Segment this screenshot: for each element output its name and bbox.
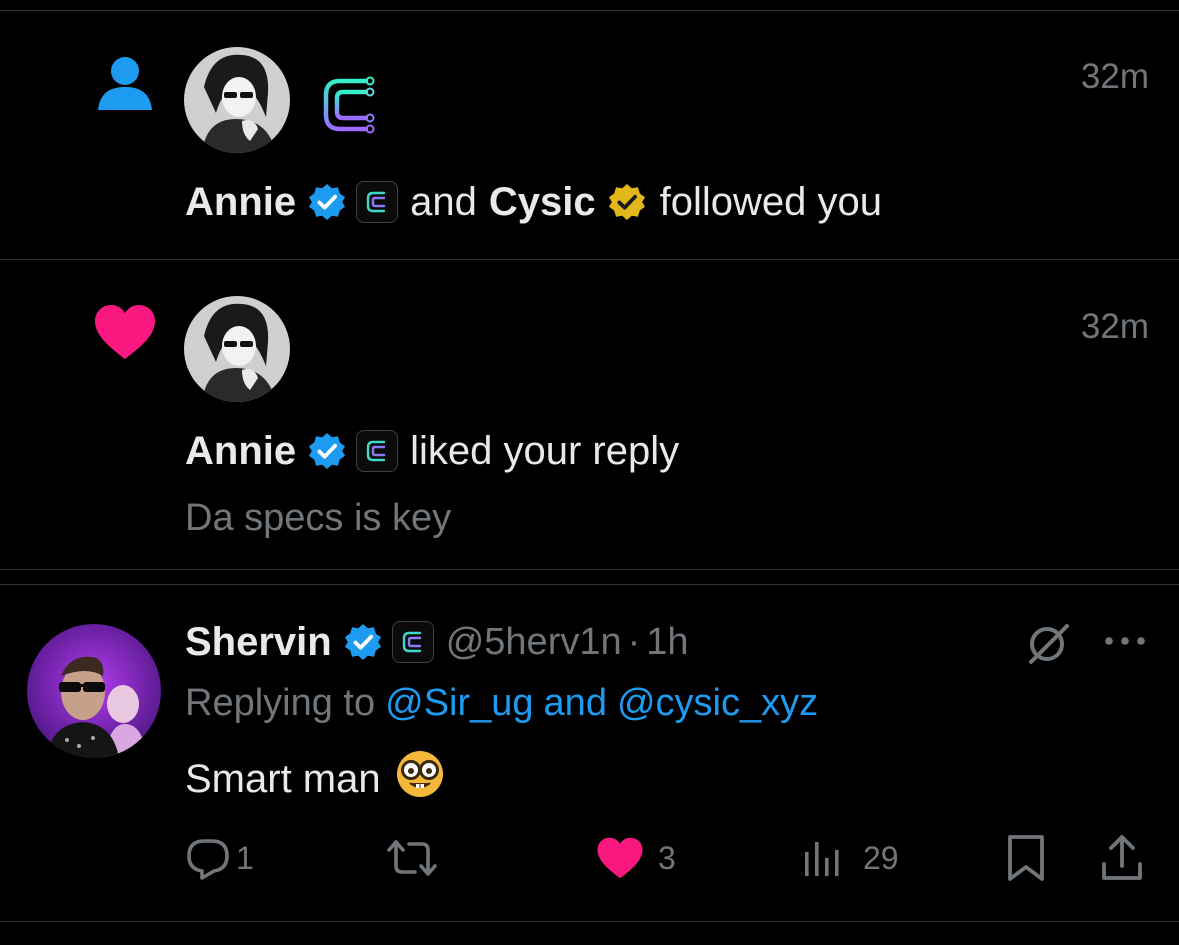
- replying-to-line: Replying to @Sir_ug and @cysic_xyz: [185, 680, 818, 726]
- author-name[interactable]: Shervin: [185, 620, 332, 665]
- like-action[interactable]: 3: [596, 836, 676, 880]
- notification-time: 32m: [1080, 57, 1149, 96]
- notification-text: Annie liked your reply: [185, 427, 679, 475]
- views-count: 29: [863, 839, 899, 876]
- replying-prefix: Replying to: [185, 681, 376, 724]
- repost-action[interactable]: [385, 836, 439, 880]
- tweet-text: Smart man: [185, 749, 445, 809]
- annie-avatar[interactable]: [184, 296, 290, 402]
- connector-text: and: [410, 179, 477, 224]
- divider: [0, 569, 1179, 570]
- author-handle[interactable]: @5herv1n: [446, 621, 622, 664]
- cysic-logo-avatar[interactable]: [316, 70, 382, 136]
- replying-connector[interactable]: and: [544, 682, 607, 725]
- like-count: 3: [658, 839, 676, 876]
- affiliate-badge-icon: [391, 621, 434, 663]
- share-action[interactable]: [1100, 834, 1144, 882]
- divider: [0, 584, 1179, 585]
- affiliate-badge-icon: [356, 430, 399, 472]
- user-name-annie[interactable]: Annie: [185, 180, 296, 225]
- verified-badge-icon: [308, 432, 346, 470]
- reply-preview[interactable]: Da specs is key: [185, 495, 451, 541]
- grok-icon[interactable]: [1023, 618, 1073, 668]
- tweet-header: Shervin @5herv1n · 1h: [185, 617, 689, 667]
- views-icon: [803, 838, 843, 878]
- divider: [0, 259, 1179, 260]
- replying-user-link[interactable]: @Sir_ug: [385, 682, 533, 725]
- separator-dot: ·: [627, 620, 641, 663]
- divider: [0, 10, 1179, 11]
- nerd-face-emoji: [395, 749, 445, 809]
- affiliate-badge-icon: [356, 181, 399, 223]
- shervin-avatar[interactable]: [27, 624, 161, 758]
- tweet-body: Smart man: [185, 756, 381, 801]
- notification-action: followed you: [659, 179, 882, 224]
- heart-icon: [94, 304, 156, 360]
- views-action[interactable]: 29: [803, 836, 899, 880]
- reply-action[interactable]: 1: [186, 836, 254, 880]
- reply-count: 1: [236, 839, 254, 876]
- verified-badge-icon: [344, 623, 382, 661]
- annie-avatar[interactable]: [184, 47, 290, 153]
- notification-text: Annie and Cysic followed you: [185, 178, 882, 226]
- verified-badge-icon: [308, 183, 346, 221]
- bookmark-icon: [1006, 834, 1046, 882]
- replying-user-link[interactable]: @cysic_xyz: [617, 682, 818, 725]
- person-icon: [97, 56, 153, 112]
- divider: [0, 921, 1179, 922]
- heart-filled-icon: [596, 837, 644, 879]
- reply-icon: [186, 836, 230, 880]
- more-options-icon[interactable]: [1102, 633, 1148, 649]
- user-name-annie[interactable]: Annie: [185, 429, 296, 474]
- user-name-cysic[interactable]: Cysic: [489, 180, 596, 225]
- share-icon: [1100, 834, 1144, 882]
- notification-action: liked your reply: [410, 428, 680, 473]
- tweet-time[interactable]: 1h: [646, 621, 688, 664]
- bookmark-action[interactable]: [1006, 834, 1046, 882]
- notification-time: 32m: [1080, 307, 1149, 346]
- repost-icon: [385, 836, 439, 880]
- verified-gold-badge-icon: [608, 183, 646, 221]
